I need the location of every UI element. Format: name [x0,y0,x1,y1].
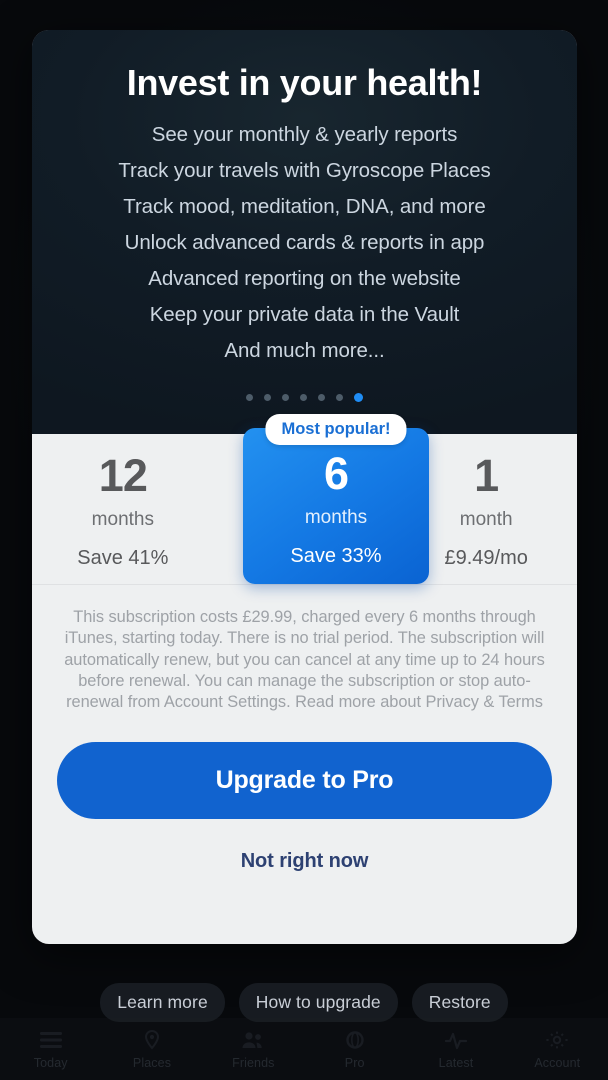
footer-link-row: Learn more How to upgrade Restore [0,983,608,1022]
app-tab-bar: Today Places Friends Pro Latest Account [0,1018,608,1080]
learn-more-button[interactable]: Learn more [100,983,225,1022]
restore-button[interactable]: Restore [411,983,508,1022]
plan-unit: months [304,507,368,528]
subscription-paywall-screen: Today Places Friends Pro Latest Account … [0,0,608,1080]
feature-item: See your monthly & yearly reports [151,123,458,146]
plan-number: 6 [323,448,349,499]
map-pin-icon [139,1029,165,1051]
pager-dot[interactable] [246,394,253,401]
how-to-upgrade-button[interactable]: How to upgrade [238,983,398,1022]
tab-label: Latest [438,1055,474,1070]
plan-number: 12 [98,450,148,501]
feature-item: Keep your private data in the Vault [149,303,460,326]
tab-label: Account [534,1055,581,1070]
promo-header: Invest in your health! See your monthly … [32,30,577,434]
tab-latest[interactable]: Latest [405,1029,506,1070]
pager-dot[interactable] [282,394,289,401]
action-area: Upgrade to Pro Not right now [32,714,577,873]
plan-unit: month [459,509,513,530]
activity-icon [443,1029,469,1051]
carousel-pager [246,393,363,402]
people-icon [240,1029,266,1051]
plan-note: £9.49/mo [444,547,528,569]
tab-label: Today [33,1055,68,1070]
gyroscope-icon [342,1029,368,1051]
tab-label: Friends [232,1055,275,1070]
plan-option-12-months[interactable]: 12 months Save 41% [32,434,214,584]
feature-item: Track your travels with Gyroscope Places [118,159,491,182]
feature-item: Track mood, meditation, DNA, and more [123,195,486,218]
most-popular-badge: Most popular! [265,414,407,445]
list-icon [38,1029,64,1051]
tab-today[interactable]: Today [0,1029,101,1070]
plan-number: 1 [474,450,499,501]
tab-pro[interactable]: Pro [304,1029,405,1070]
pager-dot[interactable] [318,394,325,401]
pager-dot-active[interactable] [354,393,363,402]
plan-note: Save 33% [290,545,382,567]
plan-note: Save 41% [77,547,169,569]
pager-dot[interactable] [300,394,307,401]
tab-friends[interactable]: Friends [203,1029,304,1070]
tab-label: Places [132,1055,172,1070]
subscription-disclaimer: This subscription costs £29.99, charged … [64,608,545,712]
paywall-modal: Invest in your health! See your monthly … [32,30,577,944]
gear-icon [544,1029,570,1051]
tab-account[interactable]: Account [507,1029,608,1070]
feature-item: Advanced reporting on the website [148,267,461,290]
pager-dot[interactable] [336,394,343,401]
feature-item: Unlock advanced cards & reports in app [124,231,485,254]
plan-selector: 12 months Save 41% 1 month £9.49/mo Most… [32,414,577,584]
upgrade-to-pro-button[interactable]: Upgrade to Pro [57,741,552,819]
tab-places[interactable]: Places [101,1029,202,1070]
pager-dot[interactable] [264,394,271,401]
page-title: Invest in your health! [126,62,483,103]
plan-option-6-months-selected[interactable]: Most popular! 6 months Save 33% [243,414,429,584]
not-right-now-button[interactable]: Not right now [57,850,552,873]
plan-unit: months [91,509,154,530]
feature-item: And much more... [224,339,385,362]
tab-label: Pro [344,1055,365,1070]
